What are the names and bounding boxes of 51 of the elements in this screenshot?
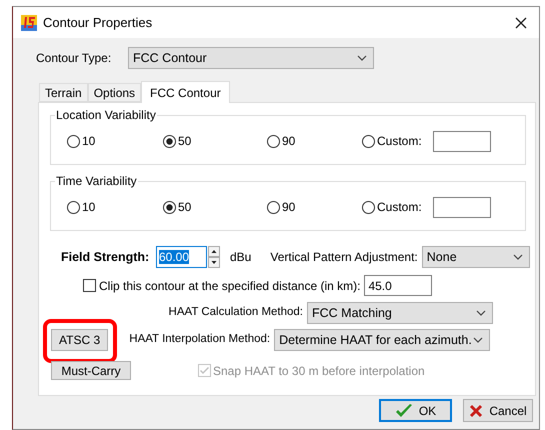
radio-button[interactable] — [163, 134, 176, 148]
radio-label[interactable]: 10 — [82, 132, 96, 150]
contour-type-dropdown[interactable]: FCC Contour — [128, 47, 374, 69]
contour-type-label: Contour Type: — [36, 50, 112, 67]
close-icon[interactable] — [515, 16, 527, 28]
chevron-down-icon — [476, 310, 486, 316]
unit-label: dBu — [230, 249, 252, 266]
radio-label[interactable]: 50 — [178, 198, 192, 216]
radio-button[interactable] — [163, 200, 176, 214]
field-label: HAAT Calculation Method: — [168, 305, 303, 320]
radio-button[interactable] — [267, 134, 280, 148]
radio-label[interactable]: Custom: — [377, 198, 422, 216]
window-title: Contour Properties — [43, 14, 152, 32]
group-title: Location Variability — [55, 108, 157, 122]
vertical-pattern-dropdown[interactable]: None — [422, 246, 530, 268]
tab[interactable]: Options — [88, 83, 142, 102]
radio-button[interactable] — [67, 200, 80, 214]
radio-label[interactable]: 10 — [82, 198, 96, 216]
radio-label[interactable]: 90 — [282, 198, 296, 216]
custom-input-field[interactable] — [432, 130, 491, 152]
group-title: Time Variability — [55, 174, 138, 188]
clip-distance-input[interactable]: 45.0 — [364, 275, 432, 296]
chevron-down-icon — [357, 55, 367, 61]
spinner-arrows-icon[interactable] — [208, 246, 220, 268]
app-logo-icon — [21, 14, 37, 30]
field-label: Field Strength: — [61, 248, 150, 266]
chevron-down-icon — [512, 254, 523, 260]
haat-interpolation-dropdown[interactable]: Determine HAAT for each azimuth. — [274, 329, 490, 351]
radio-button[interactable] — [267, 200, 280, 214]
radio-button[interactable] — [362, 134, 375, 148]
radio-button[interactable] — [67, 134, 80, 148]
checkbox-label[interactable]: Clip this contour at the specified distance (in km): — [99, 276, 360, 294]
haat-calculation-dropdown[interactable]: FCC Matching — [307, 302, 493, 324]
tab[interactable]: Terrain — [39, 83, 88, 102]
radio-label[interactable]: Custom: — [377, 132, 422, 150]
side-button[interactable]: ATSC 3 — [51, 329, 108, 351]
radio-button[interactable] — [362, 200, 375, 214]
checkmark-icon — [394, 402, 413, 418]
radio-label[interactable]: 50 — [178, 132, 192, 150]
tab[interactable]: FCC Contour — [141, 81, 230, 103]
field-label: Vertical Pattern Adjustment: — [270, 249, 418, 266]
field-label: HAAT Interpolation Method: — [129, 332, 270, 348]
side-button[interactable]: Must-Carry — [51, 361, 131, 380]
chevron-down-icon — [473, 337, 484, 343]
field-strength-input[interactable]: 60.00 — [156, 246, 207, 268]
radio-label[interactable]: 90 — [282, 132, 296, 150]
x-mark-icon — [469, 404, 484, 418]
ok-button[interactable]: OK — [379, 399, 452, 422]
custom-input-field[interactable] — [432, 196, 491, 218]
checkbox[interactable] — [83, 279, 96, 292]
cancel-button[interactable]: Cancel — [463, 399, 533, 422]
